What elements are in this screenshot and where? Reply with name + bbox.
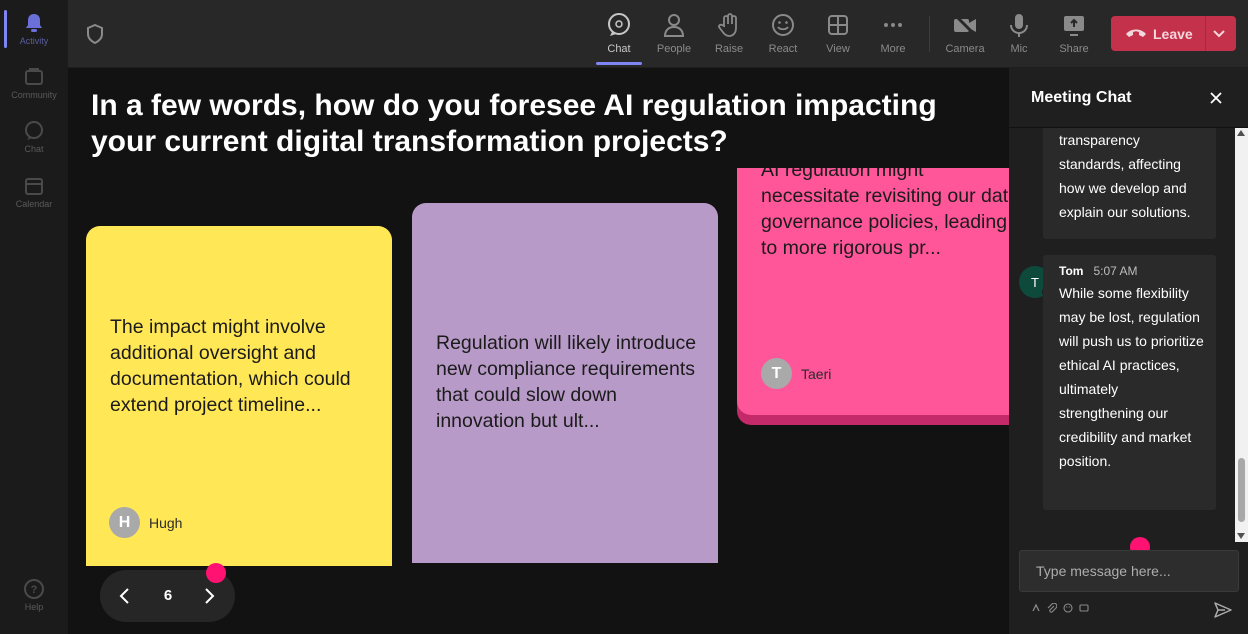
author-name: Hugh	[149, 514, 183, 531]
calendar-icon	[25, 178, 43, 195]
avatar: H	[109, 507, 140, 538]
chat-message: Tom 5:07 AM While some flexibility may be…	[1043, 255, 1216, 510]
more-dots-icon	[884, 23, 902, 27]
emoji-icon[interactable]	[1063, 603, 1073, 613]
mic-icon	[1010, 14, 1028, 37]
question-title: In a few words, how do you foresee AI re…	[91, 89, 937, 158]
meeting-toolbar: Chat People Raise React View More Camera…	[68, 0, 1248, 68]
people-icon	[663, 14, 685, 37]
rail-item-help[interactable]: ? Help	[0, 578, 68, 612]
help-icon: ?	[24, 579, 44, 599]
svg-text:?: ?	[31, 584, 38, 596]
phone-hangup-icon	[1126, 29, 1146, 37]
card-text: The impact might involve additional over…	[110, 316, 351, 416]
cursor-indicator-dot	[206, 563, 226, 583]
smiley-icon	[772, 14, 794, 36]
card-author: T Taeri	[761, 358, 831, 389]
active-tab-indicator	[596, 62, 642, 65]
rail-label: Help	[24, 602, 44, 612]
send-icon[interactable]	[1213, 600, 1233, 620]
message-text: transparency standards, affecting how we…	[1059, 132, 1191, 220]
response-card-hugh[interactable]: The impact might involve additional over…	[86, 226, 392, 566]
chat-messages[interactable]: transparency standards, affecting how we…	[1009, 128, 1248, 542]
camera-button[interactable]: Camera	[940, 10, 990, 60]
scroll-down-arrow[interactable]	[1237, 533, 1245, 539]
response-card-2[interactable]: Regulation will likely introduce new com…	[412, 203, 718, 563]
react-button[interactable]: React	[758, 10, 808, 60]
chat-message-input[interactable]	[1019, 550, 1239, 592]
raise-label: Raise	[714, 43, 744, 55]
chat-title: Meeting Chat	[1031, 89, 1132, 106]
bell-icon	[26, 14, 42, 32]
raise-hand-button[interactable]: Raise	[704, 10, 754, 60]
message-author: Tom	[1059, 264, 1084, 278]
camera-label: Camera	[945, 43, 985, 55]
message-text: While some flexibility may be lost, regu…	[1059, 285, 1204, 469]
mic-label: Mic	[1010, 43, 1028, 55]
rail-item-calendar[interactable]: Calendar	[0, 175, 68, 209]
mic-button[interactable]: Mic	[994, 10, 1044, 60]
chevron-left-icon[interactable]	[118, 586, 132, 606]
rail-label: Community	[11, 90, 57, 100]
chevron-down-icon[interactable]	[1212, 26, 1226, 40]
grid-view-icon	[828, 15, 848, 35]
more-button[interactable]: More	[868, 10, 918, 60]
share-button[interactable]: Share	[1049, 10, 1099, 60]
chat-message: transparency standards, affecting how we…	[1043, 128, 1216, 239]
card-text: AI regulation might necessitate revisiti…	[761, 168, 1009, 259]
format-toolbar	[1031, 603, 1089, 613]
more-label: More	[880, 43, 906, 55]
chat-scrollbar[interactable]	[1235, 128, 1248, 542]
camera-off-icon	[953, 13, 977, 37]
rail-label: Chat	[24, 144, 44, 154]
community-icon	[25, 68, 43, 85]
message-time: 5:07 AM	[1093, 264, 1138, 278]
message-meta: Tom 5:07 AM	[1059, 261, 1206, 281]
scroll-up-arrow[interactable]	[1237, 130, 1245, 136]
rail-label: Activity	[19, 36, 49, 46]
chat-icon	[608, 13, 630, 36]
toolbar-divider	[929, 16, 930, 52]
rail-item-chat[interactable]: Chat	[0, 120, 68, 154]
avatar: T	[761, 358, 792, 389]
chat-button[interactable]: Chat	[594, 10, 644, 60]
view-button[interactable]: View	[813, 10, 863, 60]
meeting-chat-panel: Meeting Chat transparency standards, aff…	[1009, 68, 1248, 634]
chat-icon	[25, 121, 43, 140]
react-label: React	[768, 43, 798, 55]
chat-label: Chat	[607, 43, 631, 55]
page-number: 6	[163, 587, 173, 604]
people-button[interactable]: People	[649, 10, 699, 60]
shield-icon[interactable]	[86, 24, 104, 44]
chevron-right-icon[interactable]	[202, 586, 216, 606]
leave-label: Leave	[1153, 26, 1193, 42]
rail-item-activity[interactable]: Activity	[0, 12, 68, 46]
hand-icon	[718, 13, 737, 37]
gif-icon[interactable]	[1079, 603, 1089, 613]
card-author: H Hugh	[109, 507, 182, 538]
format-icon[interactable]	[1031, 603, 1041, 613]
view-label: View	[826, 43, 850, 55]
rail-item-community[interactable]: Community	[0, 66, 68, 100]
presentation-stage: In a few words, how do you foresee AI re…	[68, 68, 1009, 634]
card-text: Regulation will likely introduce new com…	[436, 332, 697, 432]
people-label: People	[656, 43, 692, 55]
share-label: Share	[1059, 43, 1089, 55]
leave-separator	[1205, 16, 1206, 51]
response-card-taeri[interactable]: AI regulation might necessitate revisiti…	[737, 168, 1009, 415]
chat-header: Meeting Chat	[1009, 68, 1248, 128]
leave-button[interactable]: Leave	[1111, 16, 1236, 51]
attach-icon[interactable]	[1047, 603, 1057, 613]
author-name: Taeri	[801, 365, 832, 382]
app-rail: Activity Community Chat Calendar ? Help	[0, 0, 68, 634]
scroll-thumb[interactable]	[1238, 458, 1245, 522]
share-screen-icon	[1064, 16, 1084, 36]
rail-label: Calendar	[15, 199, 53, 209]
close-icon[interactable]	[1208, 90, 1224, 106]
